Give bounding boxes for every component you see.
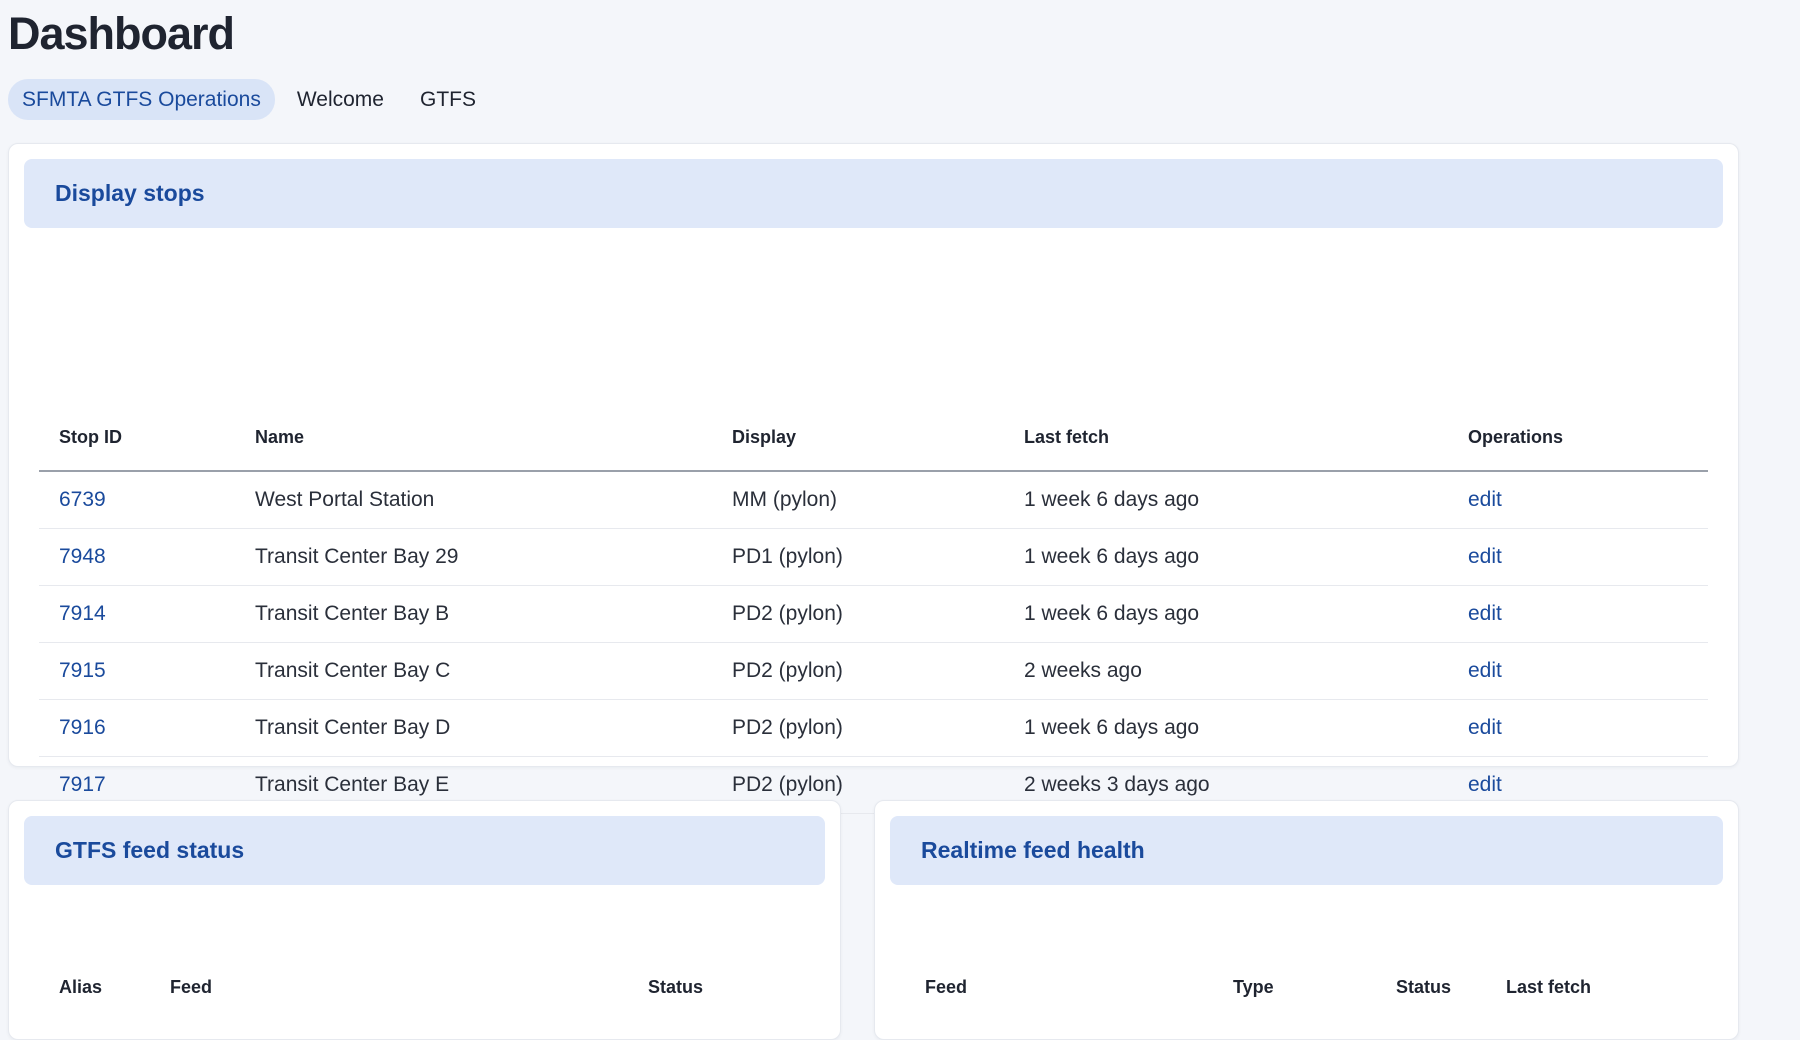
edit-link[interactable]: edit [1468, 488, 1502, 511]
stop-id-link[interactable]: 6739 [59, 488, 106, 511]
stop-name-cell: Transit Center Bay 29 [235, 528, 712, 586]
display-stops-table: Stop ID Name Display Last fetch Operatio… [39, 404, 1708, 814]
table-header-row: Stop ID Name Display Last fetch Operatio… [39, 404, 1708, 471]
column-header-last-fetch[interactable]: Last fetch [1004, 404, 1448, 471]
column-header-type[interactable]: Type [1213, 954, 1376, 1020]
stop-id-link[interactable]: 7914 [59, 602, 106, 625]
display-cell: PD2 (pylon) [712, 699, 1004, 757]
stop-id-link[interactable]: 7915 [59, 659, 106, 682]
stop-name-cell: Transit Center Bay D [235, 699, 712, 757]
gtfs-feed-status-card: GTFS feed status Alias Feed Status [8, 800, 841, 1040]
column-header-display[interactable]: Display [712, 404, 1004, 471]
tab-bar: SFMTA GTFS Operations Welcome GTFS [8, 79, 490, 120]
table-header-row: Alias Feed Status [39, 954, 812, 1020]
display-cell: MM (pylon) [712, 471, 1004, 529]
stop-id-link[interactable]: 7917 [59, 773, 106, 796]
last-fetch-cell: 2 weeks ago [1004, 642, 1448, 700]
edit-link[interactable]: edit [1468, 545, 1502, 568]
tab-gtfs[interactable]: GTFS [406, 79, 490, 120]
realtime-feed-health-card: Realtime feed health Feed Type Status La… [874, 800, 1739, 1040]
display-stops-header: Display stops [24, 159, 1723, 228]
stop-name-cell: West Portal Station [235, 471, 712, 529]
column-header-feed[interactable]: Feed [905, 954, 1213, 1020]
edit-link[interactable]: edit [1468, 773, 1502, 796]
table-row: 7948 Transit Center Bay 29 PD1 (pylon) 1… [39, 528, 1708, 586]
operations-cell: edit [1448, 699, 1708, 757]
stop-id-cell: 7915 [39, 642, 235, 700]
column-header-status[interactable]: Status [628, 954, 812, 1020]
display-cell: PD2 (pylon) [712, 585, 1004, 643]
column-header-name[interactable]: Name [235, 404, 712, 471]
stop-id-cell: 7948 [39, 528, 235, 586]
operations-cell: edit [1448, 528, 1708, 586]
column-header-alias[interactable]: Alias [39, 954, 150, 1020]
realtime-feed-health-table: Feed Type Status Last fetch [905, 954, 1710, 1020]
column-header-last-fetch[interactable]: Last fetch [1486, 954, 1710, 1020]
last-fetch-cell: 1 week 6 days ago [1004, 471, 1448, 529]
column-header-feed[interactable]: Feed [150, 954, 628, 1020]
last-fetch-cell: 1 week 6 days ago [1004, 528, 1448, 586]
stop-name-cell: Transit Center Bay C [235, 642, 712, 700]
stop-id-cell: 7914 [39, 585, 235, 643]
tab-sfmta-gtfs-operations[interactable]: SFMTA GTFS Operations [8, 79, 275, 120]
last-fetch-cell: 1 week 6 days ago [1004, 699, 1448, 757]
table-row: 7914 Transit Center Bay B PD2 (pylon) 1 … [39, 585, 1708, 643]
operations-cell: edit [1448, 585, 1708, 643]
realtime-feed-health-header: Realtime feed health [890, 816, 1723, 885]
gtfs-feed-status-table: Alias Feed Status [39, 954, 812, 1020]
edit-link[interactable]: edit [1468, 659, 1502, 682]
display-cell: PD1 (pylon) [712, 528, 1004, 586]
column-header-operations: Operations [1468, 426, 1564, 447]
display-cell: PD2 (pylon) [712, 642, 1004, 700]
page-title: Dashboard [8, 8, 235, 59]
last-fetch-cell: 1 week 6 days ago [1004, 585, 1448, 643]
table-header-row: Feed Type Status Last fetch [905, 954, 1710, 1020]
operations-cell: edit [1448, 642, 1708, 700]
stop-name-cell: Transit Center Bay B [235, 585, 712, 643]
stop-id-link[interactable]: 7916 [59, 716, 106, 739]
operations-cell: edit [1448, 471, 1708, 529]
edit-link[interactable]: edit [1468, 602, 1502, 625]
stop-id-link[interactable]: 7948 [59, 545, 106, 568]
gtfs-feed-status-header: GTFS feed status [24, 816, 825, 885]
stop-id-cell: 7916 [39, 699, 235, 757]
tab-welcome[interactable]: Welcome [283, 79, 398, 120]
column-header-stop-id[interactable]: Stop ID [39, 404, 235, 471]
table-row: 7915 Transit Center Bay C PD2 (pylon) 2 … [39, 642, 1708, 700]
edit-link[interactable]: edit [1468, 716, 1502, 739]
display-stops-card: Display stops Stop ID Name Display Last … [8, 143, 1739, 814]
table-row: 7916 Transit Center Bay D PD2 (pylon) 1 … [39, 699, 1708, 757]
table-row: 6739 West Portal Station MM (pylon) 1 we… [39, 471, 1708, 529]
column-header-status[interactable]: Status [1376, 954, 1486, 1020]
stop-id-cell: 6739 [39, 471, 235, 529]
